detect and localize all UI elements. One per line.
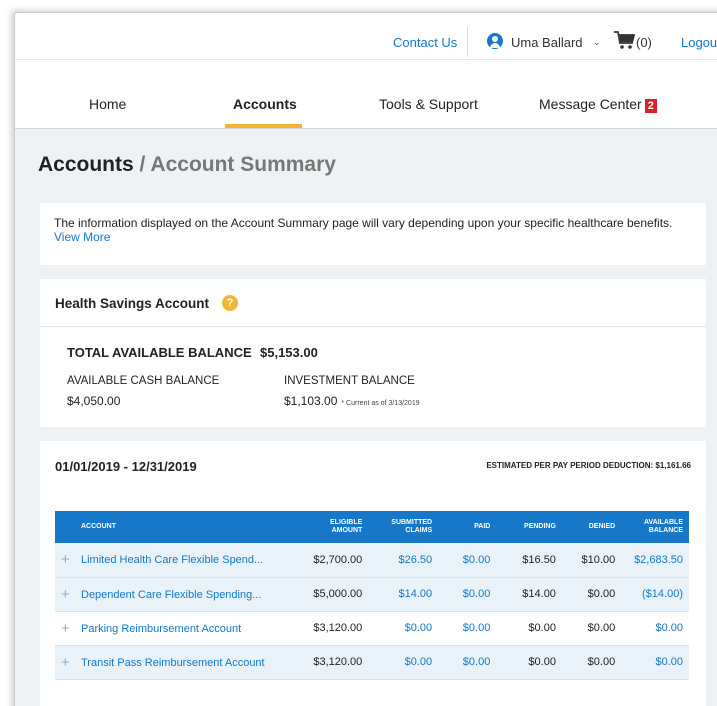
browser-window: Contact Us Uma Ballard ⌄ (0) Logout Home… (14, 12, 717, 706)
denied-cell: $0.00 (561, 577, 622, 612)
message-count-badge: 2 (644, 99, 657, 113)
help-icon[interactable]: ? (222, 295, 238, 311)
investment-balance-value: $1,103.00 (284, 394, 338, 408)
total-balance-label: TOTAL AVAILABLE BALANCE (67, 345, 252, 360)
account-name-link[interactable]: Parking Reimbursement Account (81, 623, 241, 635)
col-paid[interactable]: PAID (438, 511, 497, 543)
user-name[interactable]: Uma Ballard (511, 35, 583, 50)
table-row[interactable]: + Transit Pass Reimbursement Account $3,1… (55, 645, 689, 680)
col-eligible-line2: AMOUNT (331, 527, 363, 534)
plan-period: 01/01/2019 - 12/31/2019 (55, 459, 197, 474)
denied-cell: $0.00 (561, 645, 622, 680)
paid-link[interactable]: $0.00 (438, 577, 497, 612)
total-balance-value: $5,153.00 (260, 345, 318, 360)
top-utility-bar: Contact Us Uma Ballard ⌄ (0) Logout (15, 13, 717, 59)
eligible-cell: $3,120.00 (300, 611, 369, 646)
breadcrumb-current: Account Summary (150, 153, 336, 176)
investment-balance: $1,103.00 * Current as of 3/13/2019 (284, 394, 420, 408)
cart-count[interactable]: (0) (636, 35, 652, 50)
paid-link[interactable]: $0.00 (438, 611, 497, 646)
nav-message-center-label: Message Center (539, 96, 642, 112)
col-pending[interactable]: PENDING (496, 511, 562, 543)
submitted-claims-link[interactable]: $0.00 (368, 611, 439, 646)
table-row[interactable]: + Limited Health Care Flexible Spend... $… (55, 543, 689, 578)
pending-cell: $0.00 (496, 645, 562, 680)
investment-note: * Current as of 3/13/2019 (341, 400, 420, 407)
nav-tools-support[interactable]: Tools & Support (379, 96, 478, 112)
hsa-header: Health Savings Account ? (40, 279, 706, 327)
page-title: Accounts / Account Summary (38, 153, 336, 177)
cash-balance-value: $4,050.00 (67, 394, 121, 408)
account-cell[interactable]: + Parking Reimbursement Account (55, 611, 301, 646)
submitted-claims-link[interactable]: $0.00 (368, 645, 439, 680)
submitted-claims-link[interactable]: $14.00 (368, 577, 439, 612)
info-text: The information displayed on the Account… (54, 216, 673, 230)
expand-plus-icon[interactable]: + (61, 586, 77, 603)
account-name-link[interactable]: Limited Health Care Flexible Spend... (81, 554, 263, 566)
available-balance-link[interactable]: ($14.00) (621, 577, 689, 612)
breadcrumb-separator: / (133, 153, 151, 176)
col-available[interactable]: AVAILABLE BALANCE (621, 511, 689, 543)
cash-balance-label: AVAILABLE CASH BALANCE (67, 375, 220, 387)
col-eligible-line1: ELIGIBLE (330, 519, 363, 526)
account-cell[interactable]: + Limited Health Care Flexible Spend... (55, 543, 301, 578)
paid-link[interactable]: $0.00 (438, 543, 497, 578)
available-balance-link[interactable]: $2,683.50 (621, 543, 689, 578)
available-balance-link[interactable]: $0.00 (621, 611, 689, 646)
hsa-title: Health Savings Account (55, 296, 210, 311)
expand-plus-icon[interactable]: + (61, 620, 77, 637)
denied-cell: $0.00 (561, 611, 622, 646)
active-tab-indicator (225, 124, 302, 128)
pending-cell: $0.00 (496, 611, 562, 646)
account-cell[interactable]: + Dependent Care Flexible Spending... (55, 577, 301, 612)
plan-card: 01/01/2019 - 12/31/2019 ESTIMATED PER PA… (40, 441, 706, 706)
eligible-cell: $2,700.00 (300, 543, 369, 578)
expand-plus-icon[interactable]: + (61, 654, 77, 671)
expand-plus-icon[interactable]: + (61, 551, 77, 568)
pending-cell: $14.00 (496, 577, 562, 612)
estimated-deduction: ESTIMATED PER PAY PERIOD DEDUCTION: $1,1… (486, 461, 691, 470)
view-more-link[interactable]: View More (54, 230, 692, 244)
main-nav: Home Accounts Tools & Support Message Ce… (15, 59, 717, 129)
account-name-link[interactable]: Dependent Care Flexible Spending... (81, 589, 261, 601)
col-denied[interactable]: DENIED (561, 511, 622, 543)
table-row[interactable]: + Dependent Care Flexible Spending... $5,… (55, 577, 689, 612)
logout-link[interactable]: Logout (681, 35, 717, 50)
page-title-section: Accounts (38, 153, 134, 176)
table-row[interactable]: + Parking Reimbursement Account $3,120.00… (55, 611, 689, 646)
hsa-balances: TOTAL AVAILABLE BALANCE $5,153.00 AVAILA… (40, 327, 706, 427)
col-eligible[interactable]: ELIGIBLE AMOUNT (300, 511, 369, 543)
divider (467, 27, 468, 57)
col-submitted-line1: SUBMITTED (391, 519, 433, 526)
paid-link[interactable]: $0.00 (438, 645, 497, 680)
col-submitted[interactable]: SUBMITTED CLAIMS (368, 511, 439, 543)
accounts-table: ACCOUNT ELIGIBLE AMOUNT SUBMITTED CLAIMS P… (55, 511, 689, 680)
investment-balance-label: INVESTMENT BALANCE (284, 375, 415, 387)
nav-accounts[interactable]: Accounts (233, 96, 297, 112)
contact-us-link[interactable]: Contact Us (393, 35, 457, 50)
nav-home[interactable]: Home (89, 96, 126, 112)
col-submitted-line2: CLAIMS (405, 527, 433, 534)
info-card: The information displayed on the Account… (40, 203, 706, 265)
user-icon[interactable] (487, 33, 503, 49)
col-available-line2: BALANCE (648, 527, 683, 534)
eligible-cell: $5,000.00 (300, 577, 369, 612)
col-available-line1: AVAILABLE (643, 519, 683, 526)
account-cell[interactable]: + Transit Pass Reimbursement Account (55, 645, 301, 680)
col-account[interactable]: ACCOUNT (55, 511, 301, 543)
available-balance-link[interactable]: $0.00 (621, 645, 689, 680)
cart-icon[interactable] (613, 29, 637, 51)
pending-cell: $16.50 (496, 543, 562, 578)
chevron-down-icon[interactable]: ⌄ (593, 37, 601, 48)
table-header-row: ACCOUNT ELIGIBLE AMOUNT SUBMITTED CLAIMS P… (55, 511, 689, 543)
account-name-link[interactable]: Transit Pass Reimbursement Account (81, 657, 265, 669)
submitted-claims-link[interactable]: $26.50 (368, 543, 439, 578)
denied-cell: $10.00 (561, 543, 622, 578)
eligible-cell: $3,120.00 (300, 645, 369, 680)
nav-message-center[interactable]: Message Center 2 (539, 96, 657, 113)
